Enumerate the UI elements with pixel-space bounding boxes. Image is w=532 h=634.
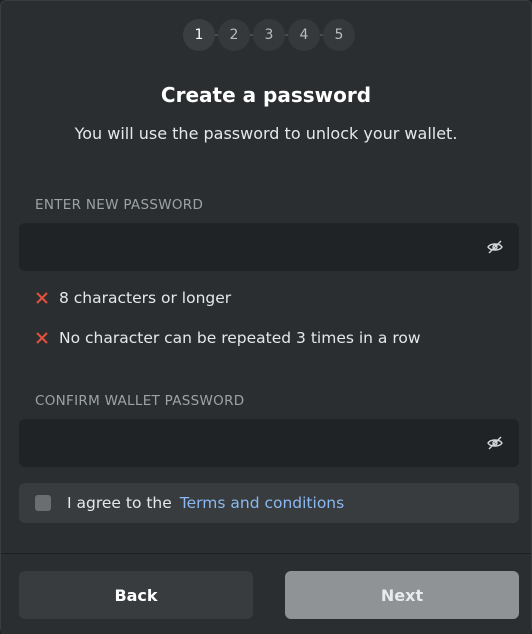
rule-text: 8 characters or longer	[59, 289, 232, 307]
rule-min-length: 8 characters or longer	[35, 289, 231, 307]
step-3: 3	[253, 19, 285, 51]
page-subtitle: You will use the password to unlock your…	[74, 124, 458, 143]
new-password-field	[19, 223, 519, 271]
step-2: 2	[218, 19, 250, 51]
page-title: Create a password	[160, 83, 372, 107]
x-icon	[36, 332, 48, 344]
step-5: 5	[323, 19, 355, 51]
rule-text: No character can be repeated 3 times in …	[59, 329, 421, 347]
stepper: 1 2 3 4 5	[183, 19, 355, 51]
create-password-panel: 1 2 3 4 5 Create a password You will use…	[0, 0, 532, 634]
next-button[interactable]: Next	[285, 571, 519, 619]
confirm-password-label: CONFIRM WALLET PASSWORD	[35, 393, 245, 409]
new-password-input[interactable]	[19, 223, 519, 271]
terms-checkbox[interactable]	[35, 495, 51, 511]
step-4: 4	[288, 19, 320, 51]
eye-slash-icon[interactable]	[487, 436, 503, 450]
new-password-label: ENTER NEW PASSWORD	[35, 197, 204, 213]
terms-link[interactable]: Terms and conditions	[180, 494, 344, 512]
eye-slash-icon[interactable]	[487, 240, 503, 254]
agreement-text: I agree to the	[67, 494, 172, 512]
terms-agreement: I agree to the Terms and conditions	[19, 483, 519, 523]
x-icon	[36, 292, 48, 304]
rule-no-repeats: No character can be repeated 3 times in …	[35, 329, 421, 347]
step-1: 1	[183, 19, 215, 51]
confirm-password-input[interactable]	[19, 419, 519, 467]
confirm-password-field	[19, 419, 519, 467]
back-button[interactable]: Back	[19, 571, 253, 619]
